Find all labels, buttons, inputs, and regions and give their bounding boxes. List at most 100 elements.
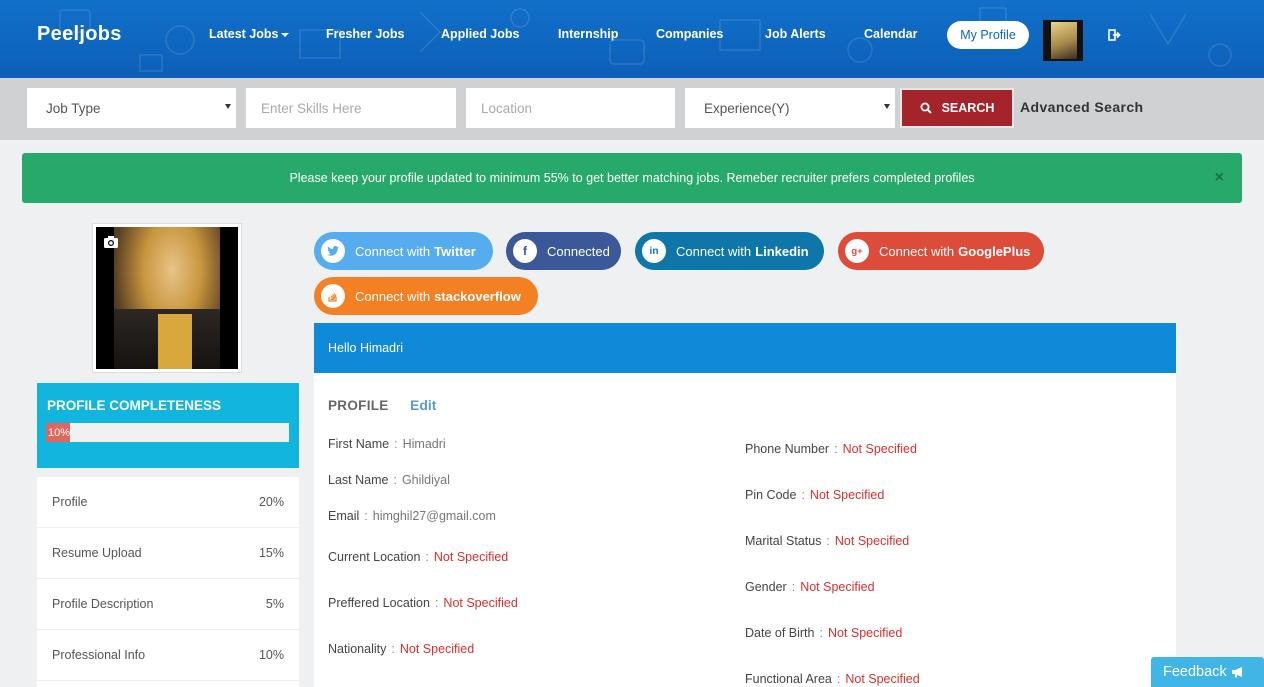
location-input[interactable]: Location [466,88,675,128]
nav-latest-jobs-label: Latest Jobs [209,27,279,41]
feedback-button[interactable]: Feedback [1151,657,1264,687]
nav-fresher-jobs[interactable]: Fresher Jobs [326,27,405,41]
nav-job-alerts[interactable]: Job Alerts [765,27,826,41]
field-key: Gender [745,580,787,594]
field-key: Marital Status [745,534,822,548]
connect-googleplus-button[interactable]: g+ Connect with GooglePlus [838,232,1044,270]
twitter-icon [321,239,345,263]
field-marital-status: Marital Status: Not Specified [745,534,909,548]
field-value: Not Specified [842,442,917,456]
field-separator: : [425,550,429,564]
field-key: Email [328,509,360,523]
list-item-value: 10% [258,648,284,662]
connect-stackoverflow-button[interactable]: Connect with stackoverflow [314,277,538,315]
field-key: Functional Area [745,672,832,686]
linkedin-prefix: Connect with [676,243,752,259]
search-icon [920,102,932,114]
list-item-label: Resume Upload [52,546,142,560]
job-type-value: Job Type [46,100,101,116]
advanced-search-link[interactable]: Advanced Search [1020,99,1144,115]
field-phone-number: Phone Number: Not Specified [745,442,917,456]
field-date-of-birth: Date of Birth: Not Specified [745,626,902,640]
linkedin-icon: in [642,239,666,263]
linkedin-name: Linkedin [755,243,809,259]
field-separator: : [826,534,830,548]
profile-panel: PROFILE Edit First Name: Himadri Last Nam… [314,373,1176,687]
field-key: Phone Number [745,442,830,456]
job-type-select[interactable]: Job Type [27,88,236,128]
field-preferred-location: Preffered Location: Not Specified [328,596,518,610]
field-separator: : [819,626,823,640]
close-icon[interactable]: × [1215,169,1224,187]
field-key: Current Location [328,550,421,564]
nav-my-profile[interactable]: My Profile [947,21,1029,49]
nav-calendar[interactable]: Calendar [864,27,918,41]
edit-profile-link[interactable]: Edit [410,397,436,413]
google-plus-icon: g+ [845,239,869,263]
field-nationality: Nationality: Not Specified [328,642,474,656]
connect-linkedin-button[interactable]: in Connect with Linkedin [635,232,824,270]
nav-latest-jobs[interactable]: Latest Jobs [209,27,290,41]
field-separator: : [801,488,805,502]
field-value: Not Specified [443,596,518,610]
field-key: Last Name [328,473,389,487]
stackoverflow-prefix: Connect with [355,288,431,304]
alert-message: Please keep your profile updated to mini… [289,171,975,185]
field-value: Not Specified [399,642,475,656]
list-item-value: 20% [258,495,284,509]
field-value: Not Specified [433,550,509,564]
feedback-label: Feedback [1163,664,1227,680]
profile-completeness: PROFILE COMPLETENESS 10% [37,383,299,468]
field-pin-code: Pin Code: Not Specified [745,488,884,502]
list-item-label: Profile [52,495,88,509]
hello-header: Hello Himadri [314,323,1176,373]
facebook-connected-button[interactable]: f Connected [506,232,621,270]
nav-applied-jobs[interactable]: Applied Jobs [441,27,519,41]
field-key: First Name [328,437,390,451]
field-value: himghil27@gmail.com [372,509,496,523]
logout-icon[interactable] [1108,28,1122,42]
list-item-label: Professional Info [52,648,146,662]
list-item-label: Profile Description [52,597,154,611]
nav-companies[interactable]: Companies [656,27,723,41]
stackoverflow-icon [321,284,345,308]
brand-logo[interactable]: Peeljobs [37,23,122,46]
skills-input[interactable]: Enter Skills Here [246,88,456,128]
field-last-name: Last Name: Ghildiyal [328,473,450,487]
profile-section-title: PROFILE [328,398,389,413]
top-navbar: Peeljobs Latest Jobs Fresher Jobs Applie… [0,0,1264,78]
field-key: Pin Code [745,488,797,502]
field-functional-area: Functional Area: Not Specified [745,672,920,686]
profile-photo[interactable] [92,223,242,373]
connect-twitter-button[interactable]: Connect with Twitter [314,232,493,270]
completeness-progress-bar: 10% [46,423,289,442]
field-separator: : [834,442,838,456]
experience-value: Experience(Y) [704,100,790,116]
completeness-progress-fill: 10% [46,423,71,442]
list-item: Resume Upload 15% [37,528,299,579]
facebook-icon: f [513,239,537,263]
field-gender: Gender: Not Specified [745,580,875,594]
field-separator: : [393,473,397,487]
field-email: Email: himghil27@gmail.com [328,509,496,523]
google-name: GooglePlus [958,243,1031,259]
completeness-title: PROFILE COMPLETENESS [47,398,222,413]
field-value: Not Specified [800,580,875,594]
field-key: Preffered Location [328,596,430,610]
chevron-down-icon [225,104,231,109]
nav-avatar[interactable] [1043,20,1083,61]
search-button-label: SEARCH [941,101,995,115]
field-value: Not Specified [834,534,910,548]
caret-down-icon [281,32,290,37]
field-separator: : [394,437,398,451]
field-separator: : [791,580,796,594]
field-value: Not Specified [827,626,903,640]
search-button[interactable]: SEARCH [900,88,1014,128]
field-key: Date of Birth [745,626,815,640]
nav-internship[interactable]: Internship [558,27,618,41]
camera-icon[interactable] [103,235,119,249]
list-item-value: 5% [265,597,284,611]
stackoverflow-name: stackoverflow [434,288,521,304]
twitter-prefix: Connect with [355,243,431,259]
experience-select[interactable]: Experience(Y) [685,88,895,128]
